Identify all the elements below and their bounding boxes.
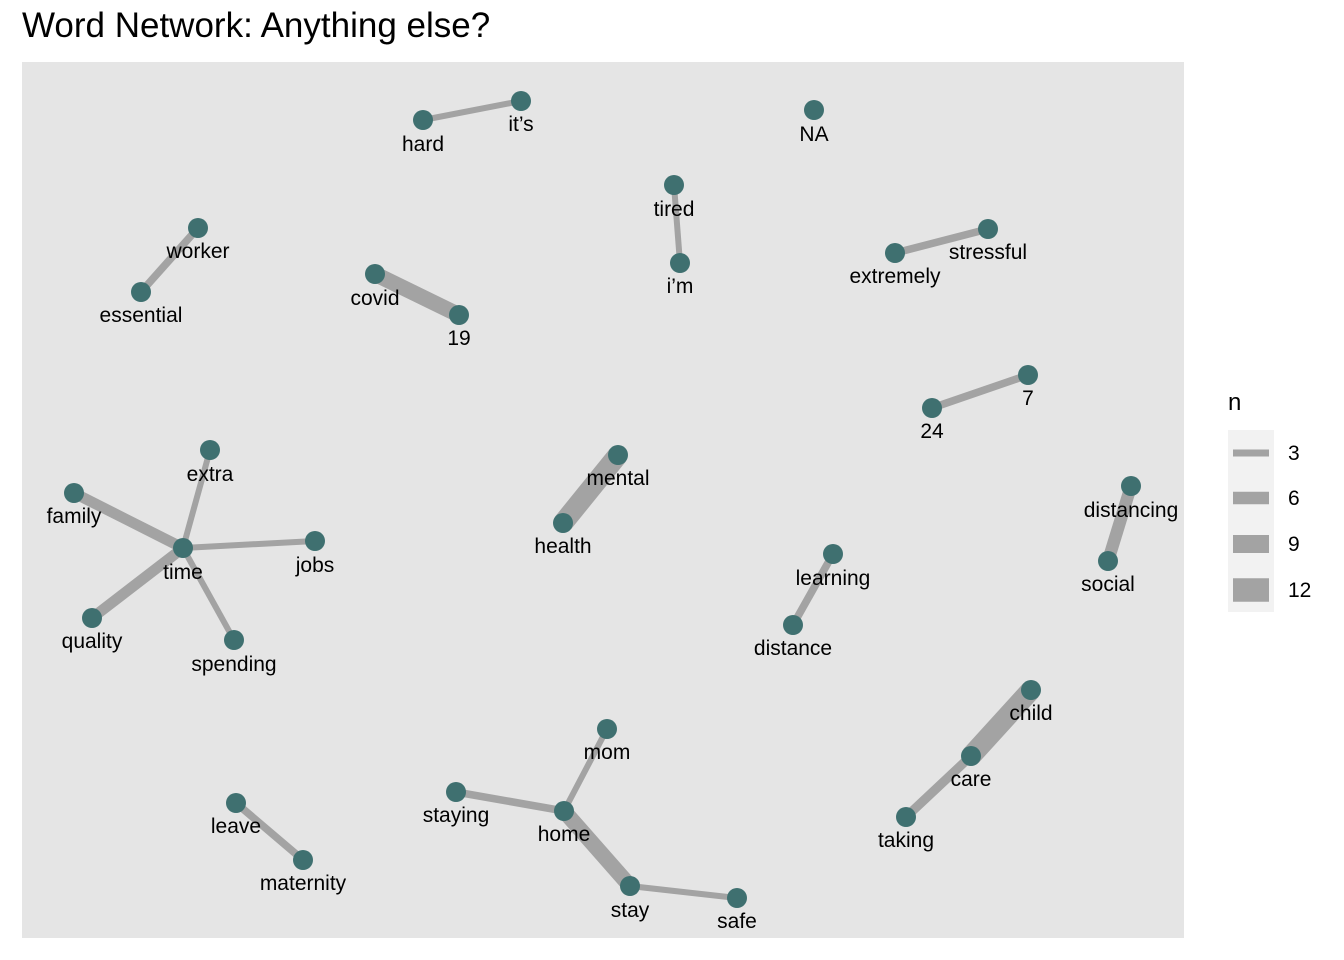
node-home <box>554 801 574 821</box>
node-label-mental: mental <box>586 467 649 490</box>
node-safe <box>727 888 747 908</box>
node-worker <box>188 218 208 238</box>
node-na <box>804 100 824 120</box>
node-n24 <box>922 398 942 418</box>
node-label-n7: 7 <box>1022 387 1034 410</box>
node-label-na: NA <box>799 123 828 146</box>
node-label-staying: staying <box>423 804 490 827</box>
node-jobs <box>305 531 325 551</box>
node-label-mom: mom <box>584 741 631 764</box>
node-stay <box>620 876 640 896</box>
node-spending <box>224 630 244 650</box>
node-label-im: i’m <box>667 275 694 298</box>
node-label-home: home <box>538 823 591 846</box>
node-social <box>1098 551 1118 571</box>
node-quality <box>82 608 102 628</box>
node-mom <box>597 719 617 739</box>
node-essential <box>131 282 151 302</box>
node-label-safe: safe <box>717 910 757 933</box>
node-staying <box>446 782 466 802</box>
legend-label-12: 12 <box>1288 579 1311 602</box>
node-hard <box>413 110 433 130</box>
node-leave <box>226 793 246 813</box>
node-label-essential: essential <box>100 304 183 327</box>
node-time <box>173 538 193 558</box>
node-label-worker: worker <box>165 240 229 263</box>
node-label-n19: 19 <box>447 327 470 350</box>
legend: n 3 6 9 12 <box>1228 389 1311 612</box>
node-label-quality: quality <box>62 630 123 653</box>
node-its <box>511 91 531 111</box>
node-child <box>1021 680 1041 700</box>
node-n19 <box>449 305 469 325</box>
node-label-jobs: jobs <box>295 554 335 577</box>
node-label-spending: spending <box>191 653 276 676</box>
legend-label-6: 6 <box>1288 487 1300 510</box>
node-label-tired: tired <box>654 198 695 221</box>
node-label-time: time <box>163 561 203 584</box>
node-label-maternity: maternity <box>260 872 347 895</box>
node-n7 <box>1018 365 1038 385</box>
node-label-extremely: extremely <box>849 265 941 288</box>
node-family <box>64 483 84 503</box>
node-extra <box>200 440 220 460</box>
node-health <box>553 513 573 533</box>
node-label-leave: leave <box>211 815 261 838</box>
legend-label-9: 9 <box>1288 533 1300 556</box>
node-label-stay: stay <box>611 899 650 922</box>
node-label-care: care <box>951 768 992 791</box>
node-label-social: social <box>1081 573 1135 596</box>
legend-title: n <box>1228 389 1241 416</box>
node-maternity <box>293 850 313 870</box>
node-taking <box>896 807 916 827</box>
node-distancing <box>1121 476 1141 496</box>
node-label-learning: learning <box>796 567 871 590</box>
node-label-its: it’s <box>508 113 533 136</box>
node-distance <box>783 615 803 635</box>
node-mental <box>608 445 628 465</box>
node-covid <box>365 264 385 284</box>
node-label-covid: covid <box>350 287 399 310</box>
node-label-extra: extra <box>187 463 234 486</box>
node-learning <box>823 544 843 564</box>
node-label-hard: hard <box>402 133 444 156</box>
node-label-distancing: distancing <box>1084 499 1179 522</box>
node-stressful <box>978 219 998 239</box>
node-care <box>961 746 981 766</box>
node-label-distance: distance <box>754 637 832 660</box>
node-im <box>670 253 690 273</box>
node-label-child: child <box>1009 702 1052 725</box>
node-label-stressful: stressful <box>949 241 1027 264</box>
node-label-taking: taking <box>878 829 934 852</box>
node-tired <box>664 175 684 195</box>
node-label-family: family <box>47 505 102 528</box>
legend-label-3: 3 <box>1288 442 1300 465</box>
node-label-health: health <box>534 535 591 558</box>
word-network-chart: hard it’s NA tired i’m worker essential covid 19… <box>22 62 1311 938</box>
node-extremely <box>885 243 905 263</box>
node-label-n24: 24 <box>920 420 944 443</box>
